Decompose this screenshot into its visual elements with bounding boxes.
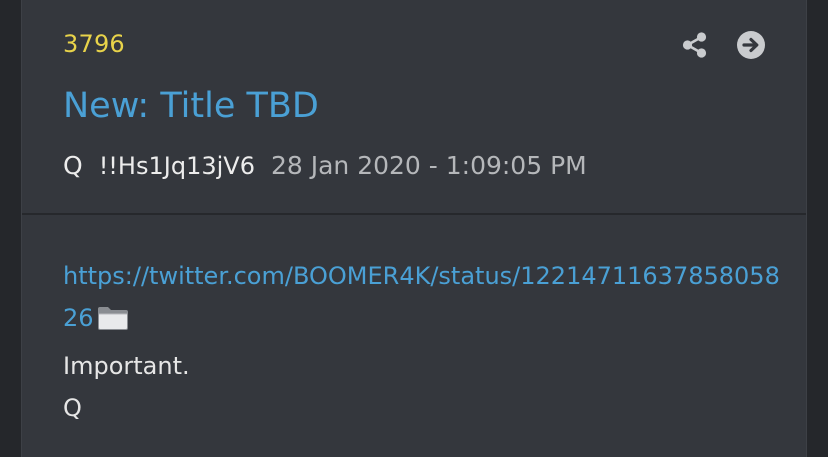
link-line: https://twitter.com/BOOMER4K/status/1221… <box>63 255 783 345</box>
body-line-signature: Q <box>63 394 82 422</box>
post-number[interactable]: 3796 <box>63 30 125 58</box>
share-button[interactable] <box>680 30 710 60</box>
post-actions <box>680 30 766 60</box>
post-meta: Q !!Hs1Jq13jV6 28 Jan 2020 - 1:09:05 PM <box>63 151 587 180</box>
body-line-important: Important. <box>63 352 190 380</box>
arrow-right-circle-icon <box>737 31 765 59</box>
open-post-button[interactable] <box>736 30 766 60</box>
twitter-link[interactable]: https://twitter.com/BOOMER4K/status/1221… <box>63 262 780 332</box>
post-body: https://twitter.com/BOOMER4K/status/1221… <box>63 255 783 429</box>
share-icon <box>682 32 707 58</box>
folder-icon <box>96 303 130 345</box>
post-header: 3796 New: Title TBD Q !!Hs1Jq13jV6 28 Ja… <box>22 0 806 213</box>
post-card: 3796 New: Title TBD Q !!Hs1Jq13jV6 28 Ja… <box>21 0 807 457</box>
header-divider <box>22 213 806 215</box>
tripcode: !!Hs1Jq13jV6 <box>98 152 255 180</box>
author-name: Q <box>63 151 83 180</box>
post-title: New: Title TBD <box>63 86 319 126</box>
post-timestamp: 28 Jan 2020 - 1:09:05 PM <box>270 151 587 180</box>
